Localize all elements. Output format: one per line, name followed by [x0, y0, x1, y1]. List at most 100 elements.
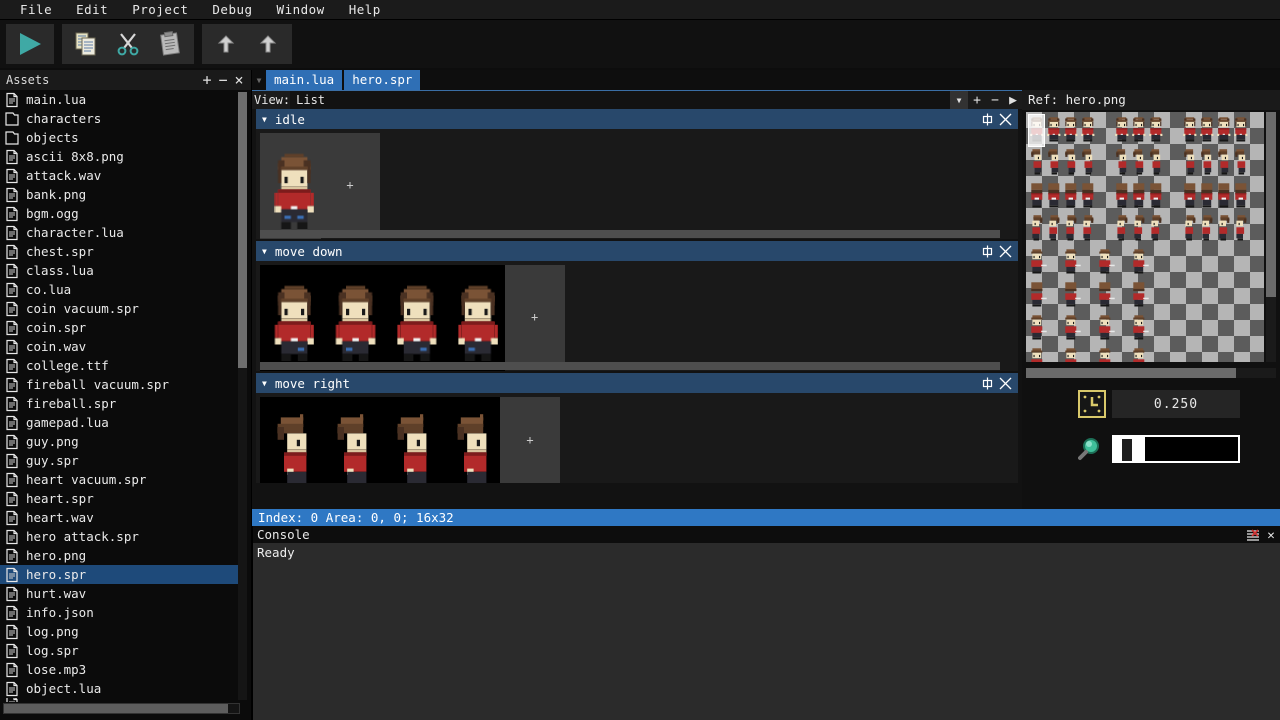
close-panel-button[interactable]: × — [231, 72, 247, 88]
frame-canvas[interactable] — [260, 397, 500, 483]
assets-horizontal-scrollbar-thumb[interactable] — [4, 704, 228, 713]
asset-item-label: bgm.ogg — [26, 206, 79, 221]
add-frame-button[interactable]: + — [505, 265, 565, 369]
frame-duration-input[interactable]: 0.250 — [1112, 390, 1240, 418]
asset-item[interactable]: heart.wav — [0, 508, 243, 527]
zoom-slider[interactable] — [1112, 435, 1240, 463]
asset-item[interactable]: fireball vacuum.spr — [0, 375, 243, 394]
remove-animation-button[interactable]: − — [986, 91, 1004, 109]
asset-item[interactable]: object.lua — [0, 679, 243, 698]
delete-animation-button[interactable] — [996, 110, 1014, 128]
collapse-animation-icon[interactable]: ▼ — [262, 247, 267, 256]
delete-animation-button[interactable] — [996, 242, 1014, 260]
tab-hero-spr[interactable]: hero.spr — [344, 70, 420, 90]
assets-vertical-scrollbar-thumb[interactable] — [238, 92, 247, 368]
asset-item[interactable]: main.lua — [0, 90, 243, 109]
asset-item[interactable]: co.lua — [0, 280, 243, 299]
view-mode-value[interactable]: List — [290, 91, 950, 109]
sheet-vertical-scrollbar-thumb[interactable] — [1266, 112, 1276, 297]
undo-button[interactable] — [206, 26, 246, 62]
file-icon — [4, 643, 20, 659]
delete-animation-button[interactable] — [996, 374, 1014, 392]
tab-main-lua[interactable]: main.lua — [266, 70, 342, 90]
asset-item[interactable]: coin vacuum.spr — [0, 299, 243, 318]
file-icon — [4, 491, 20, 507]
redo-button[interactable] — [248, 26, 288, 62]
detach-animation-button[interactable] — [978, 110, 996, 128]
asset-item[interactable]: characters — [0, 109, 243, 128]
asset-item[interactable]: bgm.ogg — [0, 204, 243, 223]
run-button[interactable] — [10, 26, 50, 62]
assets-list[interactable]: main.luacharactersobjectsascii 8x8.pngat… — [0, 90, 243, 702]
asset-item-partial[interactable] — [0, 698, 243, 702]
file-icon — [4, 681, 20, 697]
sprite-sheet[interactable] — [1026, 112, 1264, 362]
asset-item[interactable]: fireball.spr — [0, 394, 243, 413]
asset-item[interactable]: character.lua — [0, 223, 243, 242]
asset-item[interactable]: coin.wav — [0, 337, 243, 356]
add-animation-button[interactable]: + — [968, 91, 986, 109]
copy-button[interactable] — [66, 26, 106, 62]
assets-vertical-scrollbar[interactable] — [238, 92, 247, 700]
asset-item[interactable]: lose.mp3 — [0, 660, 243, 679]
asset-item[interactable]: college.ttf — [0, 356, 243, 375]
menu-item-debug[interactable]: Debug — [200, 0, 264, 19]
sprite-sheet-canvas[interactable] — [1026, 112, 1264, 362]
asset-item[interactable]: heart vacuum.spr — [0, 470, 243, 489]
asset-item[interactable]: guy.png — [0, 432, 243, 451]
frame-duration-control: 0.250 — [1078, 390, 1240, 418]
add-frame-button[interactable]: + — [320, 133, 380, 237]
detach-animation-button[interactable] — [978, 242, 996, 260]
asset-item[interactable]: log.spr — [0, 641, 243, 660]
menu-item-project[interactable]: Project — [120, 0, 200, 19]
sheet-horizontal-scrollbar[interactable] — [1026, 368, 1276, 378]
asset-item[interactable]: log.png — [0, 622, 243, 641]
view-bar: View: List ▼ + − ▶ — [252, 91, 1022, 109]
asset-item[interactable]: hero attack.spr — [0, 527, 243, 546]
asset-item[interactable]: hero.spr — [0, 565, 243, 584]
cut-button[interactable] — [108, 26, 148, 62]
close-console-button[interactable]: ✕ — [1262, 526, 1280, 543]
asset-item[interactable]: guy.spr — [0, 451, 243, 470]
asset-item-label: chest.spr — [26, 244, 94, 259]
assets-horizontal-scrollbar[interactable] — [3, 703, 240, 714]
add-frame-button[interactable]: + — [500, 397, 560, 483]
asset-item[interactable]: ascii 8x8.png — [0, 147, 243, 166]
asset-item[interactable]: info.json — [0, 603, 243, 622]
add-asset-button[interactable]: + — [199, 72, 215, 88]
asset-item[interactable]: coin.spr — [0, 318, 243, 337]
remove-asset-button[interactable]: − — [215, 72, 231, 88]
animation-horizontal-scrollbar[interactable] — [260, 362, 1000, 370]
paste-button[interactable] — [150, 26, 190, 62]
asset-item[interactable]: heart.spr — [0, 489, 243, 508]
menu-item-file[interactable]: File — [8, 0, 64, 19]
collapse-animation-icon[interactable]: ▼ — [262, 115, 267, 124]
asset-item-label: college.ttf — [26, 358, 109, 373]
asset-item[interactable]: hurt.wav — [0, 584, 243, 603]
sheet-horizontal-scrollbar-thumb[interactable] — [1026, 368, 1236, 378]
asset-item-label: gamepad.lua — [26, 415, 109, 430]
sheet-vertical-scrollbar[interactable] — [1266, 112, 1276, 362]
detach-animation-button[interactable] — [978, 374, 996, 392]
asset-item[interactable]: class.lua — [0, 261, 243, 280]
menu-item-edit[interactable]: Edit — [64, 0, 120, 19]
collapse-animation-icon[interactable]: ▼ — [262, 379, 267, 388]
view-dropdown-button[interactable]: ▼ — [950, 91, 968, 109]
frame-canvas[interactable] — [260, 133, 321, 239]
sprite-selection-box[interactable] — [1028, 114, 1045, 147]
play-animation-button[interactable]: ▶ — [1004, 91, 1022, 109]
frame-canvas[interactable] — [260, 265, 505, 371]
tab-list-dropdown-icon[interactable]: ▼ — [252, 70, 266, 90]
zoom-slider-knob[interactable] — [1122, 439, 1132, 461]
clear-console-button[interactable] — [1244, 526, 1262, 543]
menu-item-help[interactable]: Help — [337, 0, 393, 19]
asset-item[interactable]: hero.png — [0, 546, 243, 565]
asset-item[interactable]: gamepad.lua — [0, 413, 243, 432]
menu-item-window[interactable]: Window — [265, 0, 337, 19]
asset-item[interactable]: chest.spr — [0, 242, 243, 261]
asset-item[interactable]: objects — [0, 128, 243, 147]
file-icon — [4, 263, 20, 279]
asset-item[interactable]: attack.wav — [0, 166, 243, 185]
animation-horizontal-scrollbar[interactable] — [260, 230, 1000, 238]
asset-item[interactable]: bank.png — [0, 185, 243, 204]
